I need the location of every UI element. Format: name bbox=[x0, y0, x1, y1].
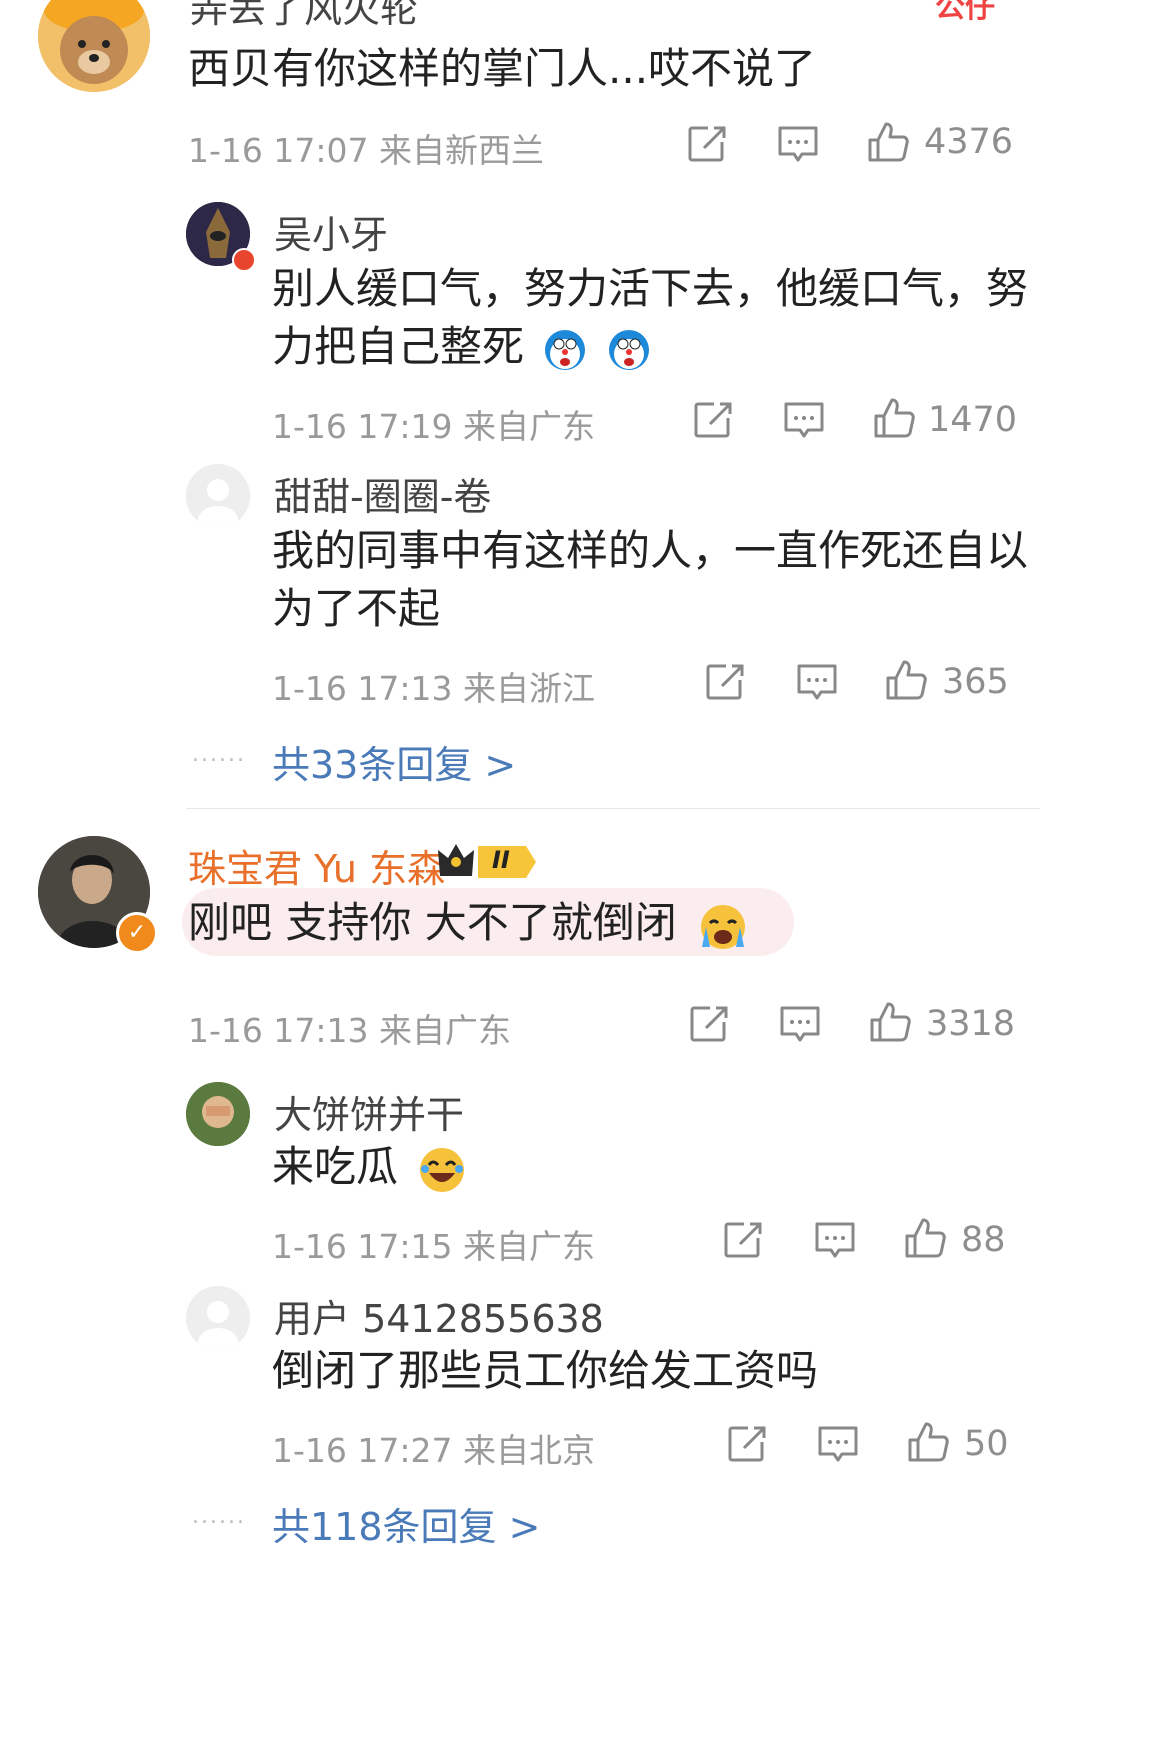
reply-name[interactable]: 用户 5412855638 bbox=[274, 1288, 604, 1343]
emoji-doraemon bbox=[608, 329, 649, 370]
fan-badge: 公仔 bbox=[935, 0, 995, 25]
share-icon[interactable] bbox=[704, 660, 748, 704]
avatar[interactable] bbox=[38, 0, 150, 92]
vip-level: II bbox=[492, 846, 510, 874]
share-icon[interactable] bbox=[726, 1422, 770, 1466]
comment-meta: 1-16 17:07 来自新西兰 bbox=[188, 131, 544, 170]
like-count: 4376 bbox=[924, 122, 1014, 162]
comment-meta: 1-16 17:13 来自广东 bbox=[188, 1011, 511, 1050]
reply-text: 倒闭了那些员工你给发工资吗 bbox=[272, 1346, 819, 1395]
like-count: 365 bbox=[942, 662, 1009, 702]
reply-text-line2: 为了不起 bbox=[272, 584, 441, 633]
reply-meta: 1-16 17:27 来自北京 bbox=[272, 1431, 595, 1470]
avatar[interactable] bbox=[186, 1286, 250, 1350]
comment-icon[interactable] bbox=[782, 398, 826, 442]
emoji-crying bbox=[701, 904, 746, 949]
verified-icon: ✓ bbox=[116, 912, 158, 954]
comment-icon[interactable] bbox=[778, 1002, 822, 1046]
default-avatar-icon bbox=[186, 464, 250, 528]
like-count: 88 bbox=[961, 1220, 1006, 1260]
like-icon[interactable] bbox=[872, 396, 916, 440]
more-dots: ...... bbox=[192, 742, 246, 767]
reply-meta: 1-16 17:19 来自广东 bbox=[272, 407, 595, 446]
verified-icon bbox=[232, 248, 256, 272]
like-count: 50 bbox=[964, 1424, 1009, 1464]
commenter-name[interactable]: 珠宝君 Yu 东森 bbox=[188, 838, 445, 893]
crown-icon: II bbox=[436, 842, 540, 882]
comment-text: 西贝有你这样的掌门人...哎不说了 bbox=[188, 44, 817, 93]
like-icon[interactable] bbox=[884, 658, 928, 702]
commenter-name[interactable]: 弄丢了风火轮 bbox=[190, 0, 418, 33]
avatar[interactable] bbox=[186, 464, 250, 528]
reply-text-content: 来吃瓜 bbox=[272, 1142, 399, 1191]
comment-icon[interactable] bbox=[795, 660, 839, 704]
comment-icon[interactable] bbox=[813, 1218, 857, 1262]
like-icon[interactable] bbox=[866, 120, 910, 164]
emoji-laughing bbox=[420, 1147, 465, 1192]
like-icon[interactable] bbox=[906, 1420, 950, 1464]
comment-icon[interactable] bbox=[776, 122, 820, 166]
share-icon[interactable] bbox=[722, 1218, 766, 1262]
like-count: 3318 bbox=[926, 1004, 1016, 1044]
reply-text-line2-content: 力把自己整死 bbox=[272, 322, 525, 371]
avatar[interactable] bbox=[186, 1082, 250, 1146]
like-count: 1470 bbox=[928, 400, 1018, 440]
reply-text-line1: 别人缓口气，努力活下去，他缓口气，努 bbox=[272, 264, 1029, 313]
reply-name[interactable]: 大饼饼并干 bbox=[274, 1084, 464, 1139]
share-icon[interactable] bbox=[686, 122, 730, 166]
reply-text-line1: 我的同事中有这样的人，一直作死还自以 bbox=[272, 526, 1029, 575]
reply-name[interactable]: 吴小牙 bbox=[274, 204, 388, 259]
like-icon[interactable] bbox=[868, 1000, 912, 1044]
view-replies-link[interactable]: 共33条回复 > bbox=[272, 734, 516, 789]
reply-text-line2: 力把自己整死 bbox=[272, 314, 651, 380]
reply-name[interactable]: 甜甜-圈圈-卷 bbox=[274, 466, 491, 521]
share-icon[interactable] bbox=[688, 1002, 732, 1046]
comment-text: 刚吧 支持你 大不了就倒闭 bbox=[188, 890, 750, 956]
reply-meta: 1-16 17:15 来自广东 bbox=[272, 1227, 595, 1266]
avatar-icon bbox=[186, 1082, 250, 1146]
comment-icon[interactable] bbox=[816, 1422, 860, 1466]
divider bbox=[186, 808, 1040, 809]
reply-text: 来吃瓜 bbox=[272, 1134, 467, 1200]
like-icon[interactable] bbox=[903, 1216, 947, 1260]
view-replies-link[interactable]: 共118条回复 > bbox=[272, 1496, 540, 1551]
comment-text-content: 刚吧 支持你 大不了就倒闭 bbox=[188, 898, 677, 947]
more-dots: ...... bbox=[192, 1504, 246, 1529]
default-avatar-icon bbox=[186, 1286, 250, 1350]
emoji-doraemon bbox=[545, 329, 586, 370]
reply-meta: 1-16 17:13 来自浙江 bbox=[272, 669, 595, 708]
bear-avatar-icon bbox=[38, 0, 150, 92]
share-icon[interactable] bbox=[692, 398, 736, 442]
